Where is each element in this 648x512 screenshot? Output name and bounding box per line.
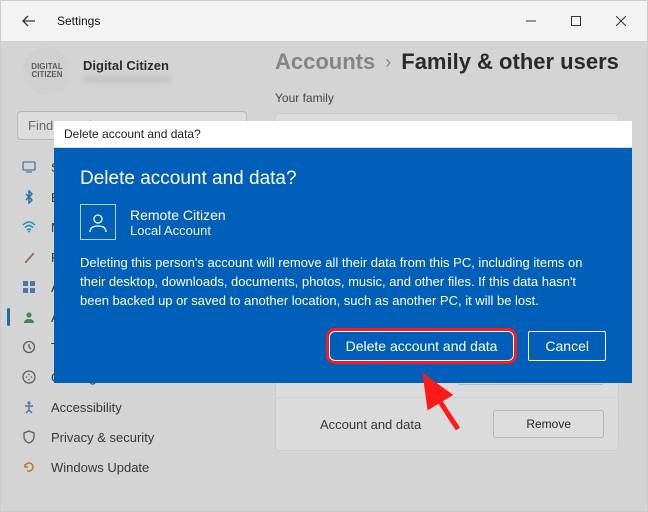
- maximize-button[interactable]: [553, 6, 598, 36]
- apps-icon: [21, 279, 37, 295]
- arrow-left-icon: [22, 14, 36, 28]
- sidebar-item-update[interactable]: Windows Update: [7, 452, 257, 482]
- back-button[interactable]: [15, 7, 43, 35]
- breadcrumb: Accounts › Family & other users: [275, 41, 619, 81]
- shield-icon: [21, 429, 37, 445]
- dialog-window-title: Delete account and data?: [54, 121, 632, 148]
- dialog-user-name: Remote Citizen: [130, 207, 226, 223]
- user-display-name: Digital Citizen: [83, 58, 171, 73]
- wifi-icon: [21, 219, 37, 235]
- dialog-title: Delete account and data?: [80, 168, 606, 190]
- sidebar-item-privacy[interactable]: Privacy & security: [7, 422, 257, 452]
- person-icon: [21, 309, 37, 325]
- breadcrumb-parent[interactable]: Accounts: [275, 49, 375, 75]
- dialog-body-text: Deleting this person's account will remo…: [80, 254, 606, 311]
- delete-account-dialog: Delete account and data? Delete account …: [54, 121, 632, 383]
- person-outline-icon: [80, 204, 116, 240]
- cancel-button[interactable]: Cancel: [528, 331, 606, 361]
- breadcrumb-current: Family & other users: [401, 49, 619, 75]
- sidebar-item-label: Accessibility: [51, 400, 122, 415]
- window-titlebar: Settings: [1, 1, 647, 41]
- section-your-family: Your family: [275, 91, 619, 105]
- clock-icon: [21, 339, 37, 355]
- brush-icon: [21, 249, 37, 265]
- sidebar-item-label: Privacy & security: [51, 430, 154, 445]
- accessibility-icon: [21, 399, 37, 415]
- update-icon: [21, 459, 37, 475]
- account-data-label: Account and data: [290, 417, 493, 432]
- system-icon: [21, 159, 37, 175]
- remove-button[interactable]: Remove: [493, 410, 604, 438]
- bluetooth-icon: [21, 189, 37, 205]
- delete-account-confirm-button[interactable]: Delete account and data: [329, 331, 515, 361]
- chevron-right-icon: ›: [385, 52, 391, 73]
- close-button[interactable]: [598, 6, 643, 36]
- sidebar-item-label: Windows Update: [51, 460, 149, 475]
- sidebar-item-accessibility[interactable]: Accessibility: [7, 392, 257, 422]
- gaming-icon: [21, 369, 37, 385]
- dialog-user-type: Local Account: [130, 223, 226, 238]
- minimize-button[interactable]: [508, 6, 553, 36]
- app-title: Settings: [57, 14, 100, 28]
- user-email: xxxxxxxxxxxxxxxx: [83, 73, 171, 85]
- avatar: DIGITAL CITIZEN: [23, 47, 71, 95]
- user-block[interactable]: DIGITAL CITIZEN Digital Citizen xxxxxxxx…: [1, 45, 263, 103]
